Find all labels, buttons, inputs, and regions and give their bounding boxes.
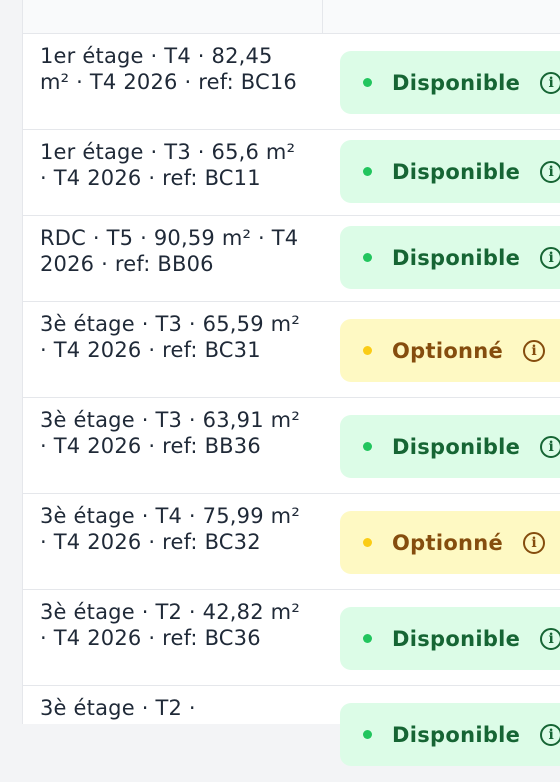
status-dot xyxy=(363,78,372,87)
unit-description: 3è étage · T3 · 65,59 m² · T4 2026 · ref… xyxy=(40,312,300,362)
status-badge[interactable]: Disponible i xyxy=(340,703,560,766)
status-label: Disponible xyxy=(392,70,521,95)
table-header xyxy=(23,0,560,34)
status-dot xyxy=(363,253,372,262)
unit-description: 3è étage · T3 · 63,91 m² · T4 2026 · ref… xyxy=(40,408,300,458)
table-row[interactable]: 3è étage · T2 · 42,82 m² · T4 2026 · ref… xyxy=(23,590,560,686)
status-dot xyxy=(363,634,372,643)
info-icon[interactable]: i xyxy=(540,71,560,94)
column-divider xyxy=(322,0,323,33)
unit-description: 3è étage · T2 · 42,82 m² · T4 2026 · ref… xyxy=(40,600,300,650)
status-dot xyxy=(363,538,372,547)
info-icon[interactable]: i xyxy=(540,435,560,458)
status-label: Optionné xyxy=(392,338,504,363)
unit-description: RDC · T5 · 90,59 m² · T4 2026 · ref: BB0… xyxy=(40,226,299,276)
unit-description: 1er étage · T4 · 82,45 m² · T4 2026 · re… xyxy=(40,44,297,94)
status-label: Optionné xyxy=(392,530,504,555)
status-dot xyxy=(363,442,372,451)
status-badge[interactable]: Optionné i xyxy=(340,319,560,382)
table-row[interactable]: 3è étage · T2 · Disponible i xyxy=(23,686,560,782)
status-dot xyxy=(363,167,372,176)
info-icon[interactable]: i xyxy=(540,246,560,269)
status-label: Disponible xyxy=(392,434,521,459)
status-label: Disponible xyxy=(392,159,521,184)
status-badge[interactable]: Disponible i xyxy=(340,415,560,478)
info-icon[interactable]: i xyxy=(540,627,560,650)
unit-description: 1er étage · T3 · 65,6 m² · T4 2026 · ref… xyxy=(40,140,296,190)
status-badge[interactable]: Disponible i xyxy=(340,140,560,203)
status-badge[interactable]: Optionné i xyxy=(340,511,560,574)
status-dot xyxy=(363,730,372,739)
info-icon[interactable]: i xyxy=(540,723,560,746)
units-table: 1er étage · T4 · 82,45 m² · T4 2026 · re… xyxy=(22,0,560,766)
info-icon[interactable]: i xyxy=(523,531,546,554)
status-badge[interactable]: Disponible i xyxy=(340,607,560,670)
info-icon[interactable]: i xyxy=(523,339,546,362)
unit-description: 3è étage · T4 · 75,99 m² · T4 2026 · ref… xyxy=(40,504,300,554)
status-label: Disponible xyxy=(392,722,521,747)
status-dot xyxy=(363,346,372,355)
status-label: Disponible xyxy=(392,245,521,270)
status-label: Disponible xyxy=(392,626,521,651)
table-row[interactable]: 3è étage · T3 · 65,59 m² · T4 2026 · ref… xyxy=(23,302,560,398)
status-badge[interactable]: Disponible i xyxy=(340,226,560,289)
table-row[interactable]: 1er étage · T3 · 65,6 m² · T4 2026 · ref… xyxy=(23,130,560,216)
table-row[interactable]: 3è étage · T4 · 75,99 m² · T4 2026 · ref… xyxy=(23,494,560,590)
info-icon[interactable]: i xyxy=(540,160,560,183)
status-badge[interactable]: Disponible i xyxy=(340,51,560,114)
table-row[interactable]: 3è étage · T3 · 63,91 m² · T4 2026 · ref… xyxy=(23,398,560,494)
table-row[interactable]: 1er étage · T4 · 82,45 m² · T4 2026 · re… xyxy=(23,34,560,130)
table-row[interactable]: RDC · T5 · 90,59 m² · T4 2026 · ref: BB0… xyxy=(23,216,560,302)
unit-description: 3è étage · T2 · xyxy=(40,696,196,720)
